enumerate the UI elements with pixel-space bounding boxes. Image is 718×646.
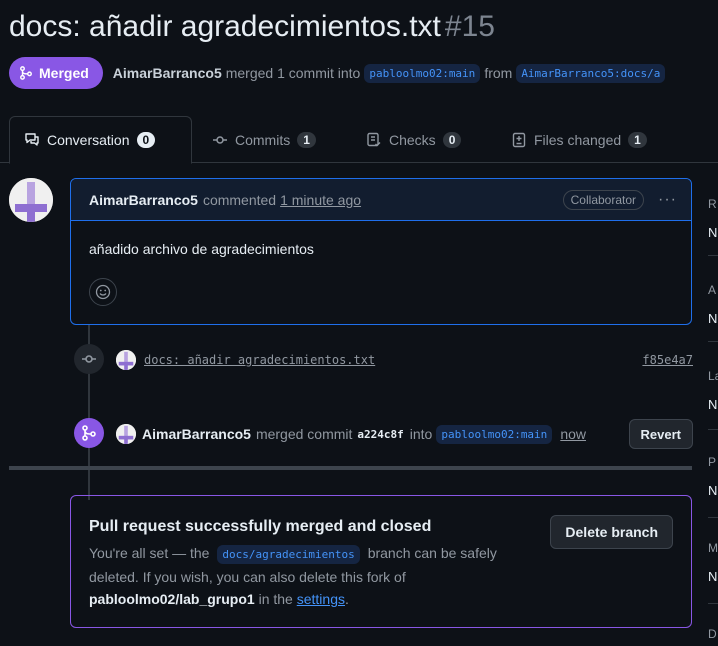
merge-event-row: AimarBarranco5 merged commit a224c8f int… — [116, 419, 693, 449]
tab-files-changed-count: 1 — [628, 131, 647, 148]
git-commit-icon — [74, 344, 104, 374]
sidebar-section-assignees[interactable]: A N — [708, 283, 718, 326]
avatar[interactable] — [116, 350, 136, 370]
sidebar-section-reviewers[interactable]: R N — [708, 197, 718, 240]
kebab-menu-icon[interactable]: ··· — [658, 191, 677, 209]
sidebar-divider — [708, 341, 718, 342]
sidebar-value: N — [708, 311, 718, 326]
sidebar-value: N — [708, 397, 718, 412]
comment-body: añadido archivo de agradecimientos — [89, 241, 314, 257]
avatar[interactable] — [9, 178, 53, 222]
tab-files-changed[interactable]: Files changed 1 — [511, 116, 647, 163]
smiley-icon — [95, 284, 111, 300]
merge-icon — [20, 66, 32, 80]
fork-repo-name: pabloolmo02/lab_grupo1 — [89, 591, 255, 607]
tab-commits-count: 1 — [297, 131, 316, 148]
revert-button[interactable]: Revert — [628, 419, 693, 449]
pr-status-row: Merged AimarBarranco5 merged 1 commit in… — [9, 57, 669, 89]
sidebar-label: A — [708, 283, 717, 297]
commit-message-link[interactable]: docs: añadir agradecimientos.txt — [144, 353, 375, 367]
merged-desc-text: You're all set — the — [89, 545, 210, 561]
sidebar-label: M — [708, 541, 718, 555]
merge-event-text: merged commit — [255, 426, 353, 442]
merged-badge-label: Merged — [39, 65, 89, 81]
sidebar-label: R — [708, 197, 717, 211]
comment-header: AimarBarranco5 commented 1 minute ago Co… — [71, 179, 691, 221]
merge-timestamp[interactable]: now — [560, 426, 586, 442]
sidebar-section-labels[interactable]: La N — [708, 369, 718, 412]
pr-title: docs: añadir agradecimientos.txt #15 — [9, 10, 495, 44]
sidebar-section-development[interactable]: D — [708, 627, 718, 641]
checklist-icon — [367, 132, 381, 146]
merge-commit-sha[interactable]: a224c8f — [357, 428, 403, 441]
pr-number: #15 — [444, 10, 495, 43]
merged-status-box: Pull request successfully merged and clo… — [70, 495, 692, 628]
comment-action: commented — [202, 191, 277, 208]
tab-files-changed-label: Files changed — [534, 131, 622, 148]
merge-summary-text: merged 1 commit into — [225, 65, 361, 81]
settings-link[interactable]: settings — [297, 591, 345, 607]
sidebar-value: N — [708, 569, 718, 584]
sidebar-value: N — [708, 483, 718, 498]
tab-commits-label: Commits — [235, 131, 291, 148]
sidebar-divider — [708, 603, 718, 604]
merged-badge: Merged — [9, 57, 103, 89]
merge-author[interactable]: AimarBarranco5 — [142, 426, 251, 442]
merged-desc-period: . — [344, 591, 349, 607]
comment-box: AimarBarranco5 commented 1 minute ago Co… — [70, 178, 692, 325]
comment-discussion-icon — [25, 133, 39, 146]
sidebar-label: P — [708, 455, 717, 469]
tab-checks[interactable]: Checks 0 — [366, 116, 462, 163]
merge-into-text: into — [409, 426, 433, 442]
collaborator-badge: Collaborator — [562, 189, 645, 210]
comment-timestamp[interactable]: 1 minute ago — [280, 192, 361, 208]
pr-tabs: Conversation 0 Commits 1 Checks 0 Files … — [0, 116, 718, 164]
timeline-separator — [9, 466, 692, 470]
sidebar-value: N — [708, 225, 718, 240]
delete-branch-button[interactable]: Delete branch — [550, 515, 673, 549]
sidebar-label: D — [708, 627, 717, 641]
sidebar-label: La — [708, 369, 718, 383]
merged-desc-text: in the — [258, 591, 293, 607]
commit-row: docs: añadir agradecimientos.txt f85e4a7 — [116, 349, 693, 371]
tab-conversation-label: Conversation — [47, 132, 130, 148]
pr-author-link[interactable]: AimarBarranco5 — [113, 65, 222, 81]
sidebar-divider — [708, 255, 718, 256]
head-branch[interactable]: AimarBarranco5:docs/a — [516, 63, 666, 83]
sidebar-divider — [708, 517, 718, 518]
tab-conversation-count: 0 — [136, 132, 156, 148]
merge-event-icon — [74, 418, 104, 448]
sidebar-divider — [708, 429, 718, 430]
merged-status-description: You're all set — the docs/agradecimiento… — [89, 542, 539, 610]
sidebar-section-projects[interactable]: P N — [708, 455, 718, 498]
comment-author[interactable]: AimarBarranco5 — [89, 192, 198, 208]
avatar[interactable] — [116, 424, 136, 444]
pr-title-text: docs: añadir agradecimientos.txt — [9, 10, 441, 43]
merge-target-branch[interactable]: pabloolmo02:main — [436, 424, 553, 444]
commit-sha-link[interactable]: f85e4a7 — [642, 353, 693, 367]
tab-checks-label: Checks — [389, 131, 436, 148]
tab-checks-count: 0 — [442, 131, 462, 148]
git-commit-icon — [213, 135, 227, 144]
file-diff-icon — [512, 132, 526, 147]
add-reaction-button[interactable] — [89, 278, 117, 306]
from-text: from — [484, 65, 513, 81]
base-branch[interactable]: pabloolmo02:main — [364, 63, 481, 83]
deletable-branch[interactable]: docs/agradecimientos — [217, 545, 360, 564]
sidebar-section-milestone[interactable]: M N — [708, 541, 718, 584]
right-sidebar: R N A N La N P N M N D — [708, 175, 718, 646]
tab-conversation[interactable]: Conversation 0 — [9, 116, 192, 164]
tab-commits[interactable]: Commits 1 — [212, 116, 316, 163]
